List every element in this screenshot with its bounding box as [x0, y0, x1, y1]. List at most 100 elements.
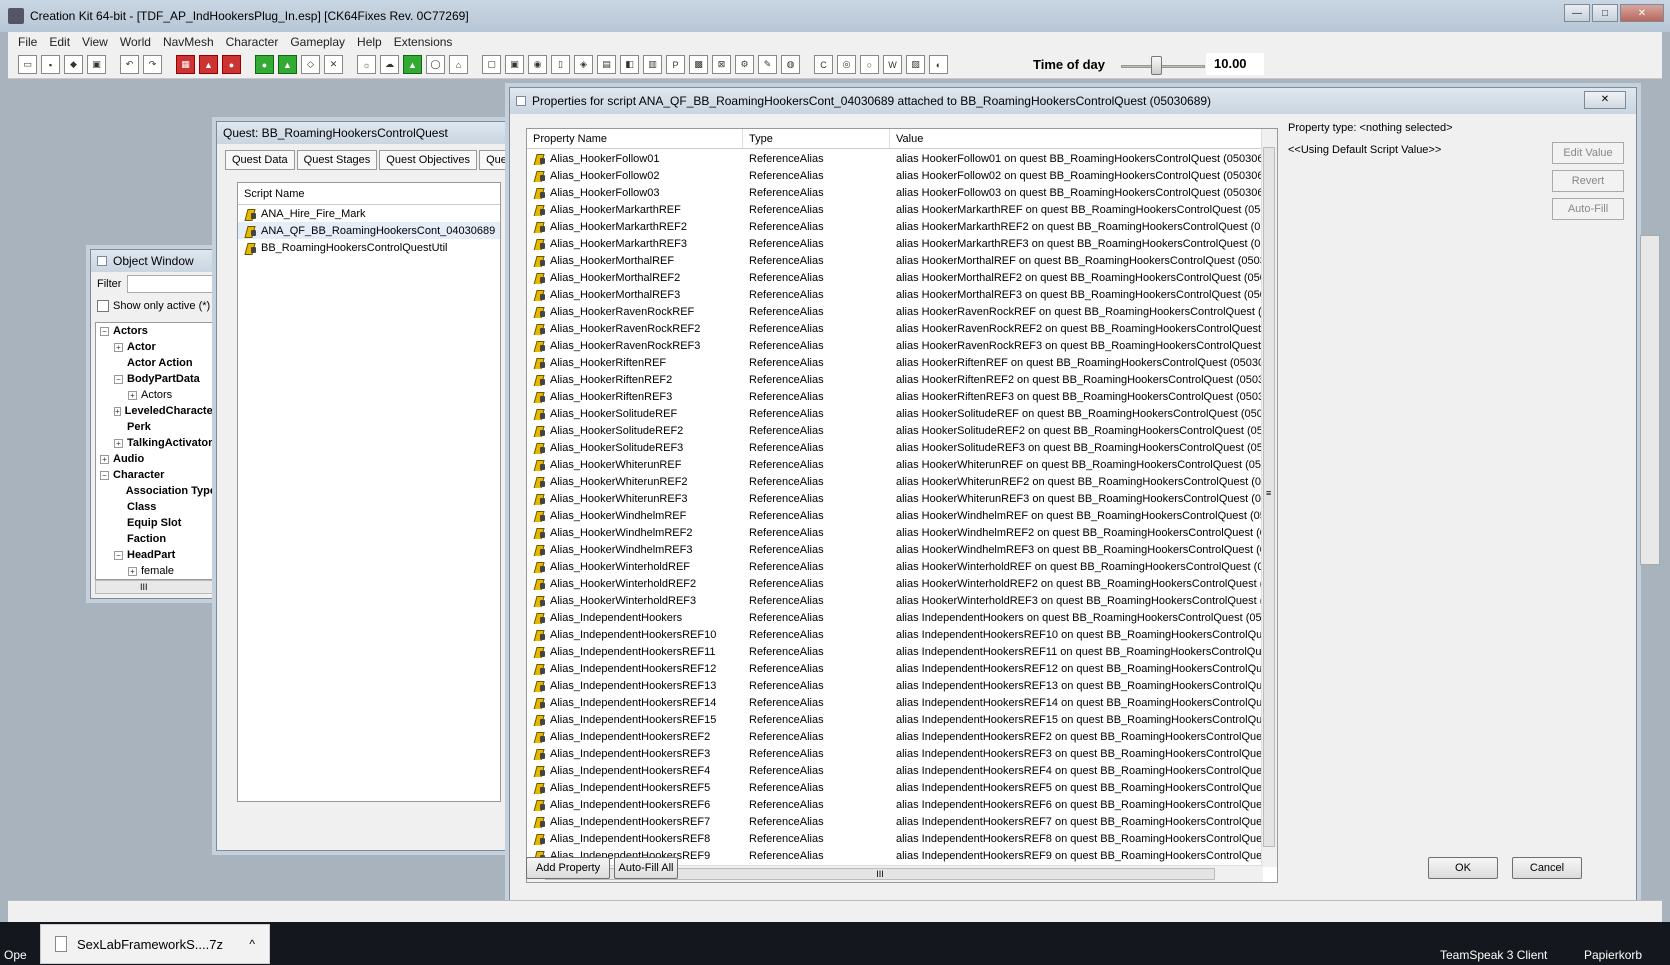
- property-row[interactable]: Alias_HookerRavenRockREF ReferenceAlias al…: [527, 303, 1262, 320]
- path-icon[interactable]: ⌂: [449, 55, 468, 74]
- world-icon[interactable]: ●: [255, 55, 274, 74]
- tool-18-icon[interactable]: W: [883, 55, 902, 74]
- tool-6-icon[interactable]: ▤: [597, 55, 616, 74]
- script-row[interactable]: ANA_QF_BB_RoamingHookersCont_04030689: [238, 222, 500, 239]
- tool-13-icon[interactable]: ✎: [758, 55, 777, 74]
- revert-button[interactable]: Revert: [1552, 170, 1624, 192]
- tool-20-icon[interactable]: ◐: [929, 55, 948, 74]
- taskbar-item-left[interactable]: Ope: [4, 948, 27, 962]
- properties-vscroll[interactable]: ≡: [1261, 129, 1277, 867]
- expand-icon[interactable]: +: [128, 566, 137, 576]
- background-scrollbar[interactable]: [1640, 235, 1660, 565]
- tool-15-icon[interactable]: C: [814, 55, 833, 74]
- property-row[interactable]: Alias_HookerWhiterunREF2 ReferenceAlias al…: [527, 473, 1262, 490]
- menu-extensions[interactable]: Extensions: [388, 35, 459, 49]
- tool-9-icon[interactable]: P: [666, 55, 685, 74]
- expand-icon[interactable]: +: [114, 406, 121, 416]
- property-row[interactable]: Alias_HookerMarkarthREF ReferenceAlias ali…: [527, 201, 1262, 218]
- minimize-button[interactable]: —: [1564, 4, 1590, 22]
- tree-item[interactable]: + Actors: [96, 387, 216, 403]
- property-row[interactable]: Alias_HookerRavenRockREF2 ReferenceAlias a…: [527, 320, 1262, 337]
- script-row[interactable]: BB_RoamingHookersControlQuestUtil: [238, 239, 500, 256]
- expand-icon[interactable]: +: [128, 390, 137, 400]
- property-row[interactable]: Alias_HookerWhiterunREF3 ReferenceAlias al…: [527, 490, 1262, 507]
- tree-item[interactable]: − Actors: [96, 323, 216, 339]
- property-row[interactable]: Alias_IndependentHookersREF6 ReferenceAli…: [527, 796, 1262, 813]
- menu-edit[interactable]: Edit: [43, 35, 76, 49]
- auto-fill-button[interactable]: Auto-Fill: [1552, 198, 1624, 220]
- property-row[interactable]: Alias_HookerMorthalREF3 ReferenceAlias ali…: [527, 286, 1262, 303]
- column-value[interactable]: Value: [890, 129, 1262, 148]
- property-row[interactable]: Alias_HookerWindhelmREF3 ReferenceAlias al…: [527, 541, 1262, 558]
- menu-gameplay[interactable]: Gameplay: [284, 35, 351, 49]
- object-tree-hscroll[interactable]: III: [95, 580, 217, 594]
- tree-item[interactable]: + female: [96, 563, 216, 579]
- property-row[interactable]: Alias_HookerWindhelmREF2 ReferenceAlias al…: [527, 524, 1262, 541]
- tree-item[interactable]: Faction: [96, 531, 216, 547]
- tool-3-icon[interactable]: ◉: [528, 55, 547, 74]
- tree-item[interactable]: + TalkingActivator: [96, 435, 216, 451]
- property-row[interactable]: Alias_HookerWinterholdREF2 ReferenceAlias…: [527, 575, 1262, 592]
- property-row[interactable]: Alias_HookerFollow02 ReferenceAlias alias …: [527, 167, 1262, 184]
- property-row[interactable]: Alias_HookerWhiterunREF ReferenceAlias ali…: [527, 456, 1262, 473]
- property-row[interactable]: Alias_IndependentHookers ReferenceAlias al…: [527, 609, 1262, 626]
- property-row[interactable]: Alias_IndependentHookersREF4 ReferenceAli…: [527, 762, 1262, 779]
- collapse-icon[interactable]: −: [114, 374, 123, 384]
- tool-10-icon[interactable]: ▩: [689, 55, 708, 74]
- expand-icon[interactable]: +: [114, 438, 123, 448]
- tab-quest-data[interactable]: Quest Data: [225, 150, 295, 170]
- tab-quest-objectives[interactable]: Quest Objectives: [379, 150, 478, 170]
- tree-item[interactable]: + Actor: [96, 339, 216, 355]
- lod-icon[interactable]: ✕: [324, 55, 343, 74]
- filter-input[interactable]: [127, 275, 219, 293]
- edit-value-button[interactable]: Edit Value: [1552, 142, 1624, 164]
- menu-navmesh[interactable]: NavMesh: [157, 35, 220, 49]
- tool-5-icon[interactable]: ◈: [574, 55, 593, 74]
- collapse-icon[interactable]: −: [114, 550, 123, 560]
- time-of-day-value[interactable]: 10.00: [1206, 53, 1264, 75]
- time-of-day-slider[interactable]: [1151, 56, 1163, 75]
- tool-16-icon[interactable]: ◎: [837, 55, 856, 74]
- property-row[interactable]: Alias_HookerWindhelmREF ReferenceAlias ali…: [527, 507, 1262, 524]
- column-type[interactable]: Type: [743, 129, 890, 148]
- property-row[interactable]: Alias_HookerSolitudeREF3 ReferenceAlias al…: [527, 439, 1262, 456]
- data-files-icon[interactable]: ◆: [64, 55, 83, 74]
- light-icon[interactable]: ☼: [357, 55, 376, 74]
- taskbar-item-recycle-bin[interactable]: Papierkorb: [1584, 948, 1642, 962]
- properties-vscroll-thumb[interactable]: ≡: [1263, 147, 1275, 847]
- property-row[interactable]: Alias_IndependentHookersREF14 ReferenceAl…: [527, 694, 1262, 711]
- property-row[interactable]: Alias_HookerMarkarthREF2 ReferenceAlias al…: [527, 218, 1262, 235]
- menu-view[interactable]: View: [76, 35, 114, 49]
- tool-1-icon[interactable]: ▢: [482, 55, 501, 74]
- tab-quest-stages[interactable]: Quest Stages: [296, 150, 378, 170]
- close-button[interactable]: ✕: [1620, 4, 1664, 22]
- tree-item[interactable]: Perk: [96, 419, 216, 435]
- dialog-close-button[interactable]: ✕: [1584, 91, 1626, 109]
- landscape-icon[interactable]: ▲: [278, 55, 297, 74]
- property-row[interactable]: Alias_IndependentHookersREF5 ReferenceAli…: [527, 779, 1262, 796]
- chevron-up-icon[interactable]: ^: [249, 937, 255, 951]
- property-row[interactable]: Alias_HookerRavenRockREF3 ReferenceAlias a…: [527, 337, 1262, 354]
- tool-19-icon[interactable]: ▨: [906, 55, 925, 74]
- undo-icon[interactable]: ↶: [120, 55, 139, 74]
- tree-item[interactable]: − BodyPartData: [96, 371, 216, 387]
- script-row[interactable]: ANA_Hire_Fire_Mark: [238, 205, 500, 222]
- expand-icon[interactable]: +: [100, 454, 109, 464]
- show-only-active-checkbox[interactable]: [97, 300, 109, 312]
- collapse-icon[interactable]: −: [100, 470, 109, 480]
- menu-character[interactable]: Character: [220, 35, 285, 49]
- triangle-icon[interactable]: ▲: [199, 55, 218, 74]
- tree-item[interactable]: Actor Action: [96, 355, 216, 371]
- property-row[interactable]: Alias_HookerMorthalREF2 ReferenceAlias ali…: [527, 269, 1262, 286]
- menu-world[interactable]: World: [114, 35, 157, 49]
- property-row[interactable]: Alias_HookerMarkarthREF3 ReferenceAlias al…: [527, 235, 1262, 252]
- menu-help[interactable]: Help: [351, 35, 388, 49]
- sky-icon[interactable]: ☁: [380, 55, 399, 74]
- tool-7-icon[interactable]: ◧: [620, 55, 639, 74]
- tool-12-icon[interactable]: ⚙: [735, 55, 754, 74]
- time-of-day-track[interactable]: [1121, 65, 1205, 68]
- cancel-button[interactable]: Cancel: [1512, 857, 1582, 879]
- property-row[interactable]: Alias_HookerWinterholdREF ReferenceAlias a…: [527, 558, 1262, 575]
- tool-4-icon[interactable]: ▯: [551, 55, 570, 74]
- property-row[interactable]: Alias_IndependentHookersREF8 ReferenceAli…: [527, 830, 1262, 847]
